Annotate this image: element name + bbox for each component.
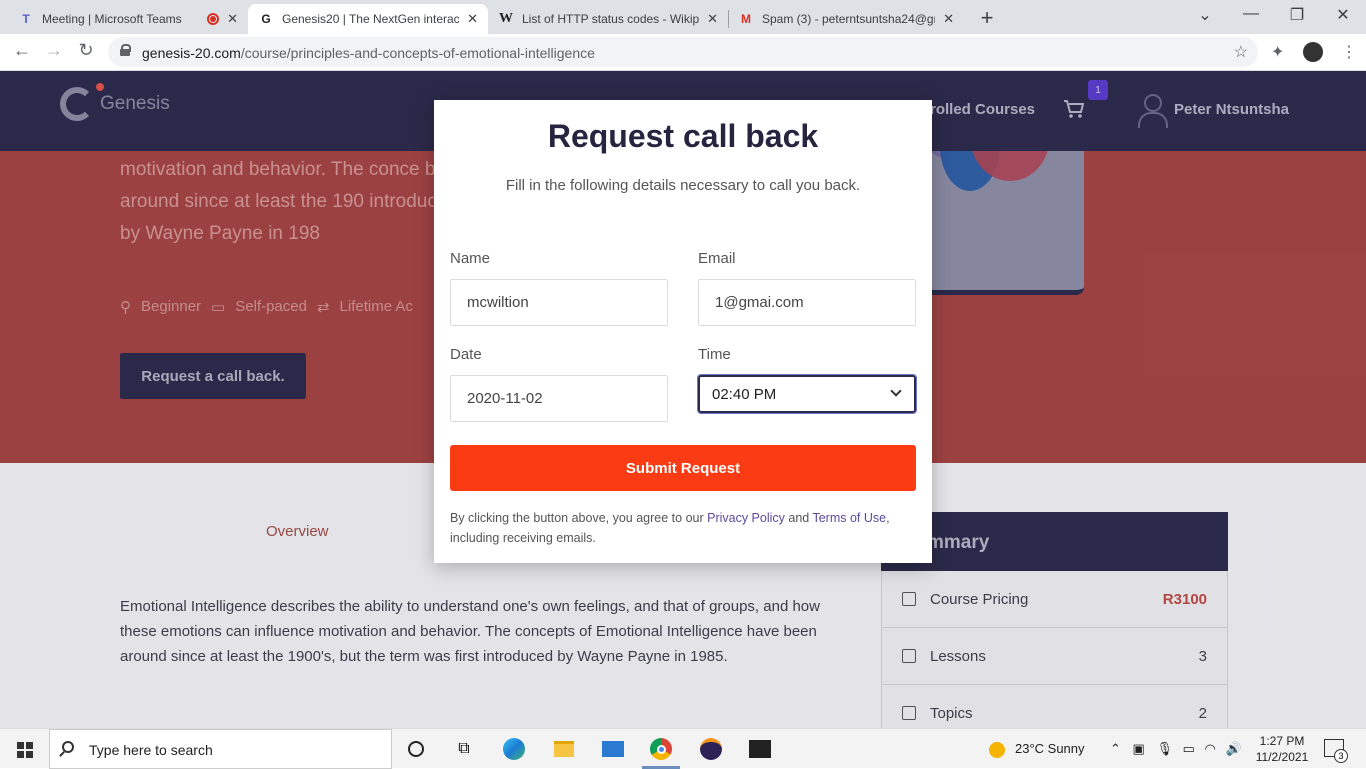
teams-icon: T	[22, 12, 30, 26]
microphone-icon[interactable]: 🎙	[1156, 741, 1173, 756]
minimize-icon[interactable]: —	[1241, 5, 1261, 23]
tab-search-icon[interactable]: ⌄	[1195, 5, 1215, 25]
name-field[interactable]: mcwiltion	[450, 279, 668, 326]
photos-icon[interactable]	[748, 737, 772, 761]
hero-description: motivation and behavior. The conce been …	[120, 159, 468, 244]
terms-notice: By clicking the button above, you agree …	[450, 511, 890, 545]
forward-icon[interactable]: →	[42, 40, 66, 61]
modal-title: Request call back	[547, 118, 819, 154]
modal-subtitle: Fill in the following details necessary …	[505, 177, 861, 194]
browser-toolbar: ← → ↻ genesis-20.com/course/principles-a…	[0, 34, 1366, 71]
task-view-icon[interactable]: ⧉	[452, 737, 476, 761]
course-meta: ⚲ Beginner ▭ Self-paced ⇄ Lifetime Ac	[120, 298, 413, 316]
user-icon: ⚲	[120, 299, 131, 316]
summary-title: mmary	[881, 512, 1228, 571]
course-summary: mmary Course Pricing R3100 Lessons 3 Top…	[881, 512, 1228, 728]
course-description: Emotional Intelligence describes the abi…	[120, 598, 820, 665]
reload-icon[interactable]: ↻	[74, 40, 98, 61]
pricing-icon	[902, 592, 916, 606]
menu-icon[interactable]: ⋮	[1341, 42, 1357, 62]
close-tab-icon[interactable]: ✕	[467, 11, 478, 27]
time-label: Time	[698, 346, 731, 363]
search-icon	[62, 741, 74, 753]
tab-teams[interactable]: T Meeting | Microsoft Teams ✕	[8, 4, 248, 34]
summary-row-lessons: Lessons 3	[881, 628, 1228, 685]
date-label: Date	[450, 346, 482, 363]
file-explorer-icon[interactable]	[552, 737, 576, 761]
tab-wikipedia[interactable]: W List of HTTP status codes - Wikip ✕	[488, 4, 728, 34]
browser-tabbar: T Meeting | Microsoft Teams ✕ G Genesis2…	[0, 0, 1366, 34]
name-label: Name	[450, 250, 491, 267]
battery-icon[interactable]: ▭	[1183, 741, 1195, 756]
repeat-icon: ⇄	[316, 299, 330, 316]
email-field[interactable]: 1@gmai.com	[698, 279, 916, 326]
level-label: Beginner	[141, 298, 202, 315]
windows-taskbar: Type here to search ⧉ 23°C Sunny ⌃ ▣ 🎙 ▭…	[0, 728, 1366, 769]
open-book-icon	[902, 706, 916, 720]
close-tab-icon[interactable]: ✕	[227, 11, 238, 27]
genesis-logo-mark	[60, 83, 104, 121]
taskbar-search[interactable]: Type here to search	[49, 729, 392, 769]
pace-label: Self-paced	[235, 298, 307, 315]
recording-icon	[207, 13, 220, 25]
sun-icon	[989, 741, 1005, 758]
monitor-icon: ▭	[211, 299, 226, 316]
gmail-icon: M	[741, 12, 751, 26]
time-select[interactable]: 02:40 PM	[697, 374, 917, 414]
tab-overview[interactable]: Overview	[266, 523, 329, 540]
weather-widget[interactable]: 23°C Sunny	[989, 741, 1085, 758]
user-avatar-icon[interactable]	[1138, 94, 1168, 128]
cart-icon[interactable]	[1063, 99, 1085, 119]
back-icon[interactable]: ←	[10, 40, 34, 61]
summary-row-pricing: Course Pricing R3100	[881, 571, 1228, 628]
lock-icon	[120, 44, 131, 56]
extensions-icon[interactable]: ✦	[1271, 42, 1284, 62]
show-hidden-icons[interactable]: ⌃	[1110, 741, 1121, 756]
date-field[interactable]: 2020-11-02	[450, 375, 668, 422]
course-thumbnail	[930, 151, 1084, 295]
book-icon	[902, 649, 916, 663]
chevron-down-icon	[890, 385, 902, 397]
access-label: Lifetime Ac	[339, 298, 413, 315]
url-text: genesis-20.com/course/principles-and-con…	[142, 45, 595, 61]
bookmark-star-icon[interactable]: ☆	[1234, 42, 1248, 62]
terms-of-use-link[interactable]: Terms of Use	[812, 511, 886, 525]
mail-icon[interactable]	[601, 737, 625, 761]
close-tab-icon[interactable]: ✕	[943, 11, 954, 27]
summary-row-topics: Topics 2	[881, 685, 1228, 728]
genesis-icon: G	[261, 12, 271, 26]
cart-count-badge: 1	[1088, 80, 1108, 100]
privacy-policy-link[interactable]: Privacy Policy	[707, 511, 785, 525]
address-bar[interactable]: genesis-20.com/course/principles-and-con…	[108, 37, 1258, 67]
new-tab-icon[interactable]: +	[976, 5, 998, 31]
email-label: Email	[698, 250, 736, 267]
nav-enrolled-courses[interactable]: rolled Courses	[930, 101, 1035, 118]
chrome-icon[interactable]	[649, 737, 673, 761]
restore-icon[interactable]: ❐	[1287, 5, 1307, 25]
profile-avatar[interactable]	[1303, 42, 1323, 62]
request-call-back-button[interactable]: Request a call back.	[120, 353, 306, 399]
tab-genesis[interactable]: G Genesis20 | The NextGen interact ✕	[248, 4, 488, 34]
volume-icon[interactable]: 🔊	[1225, 741, 1241, 756]
user-name[interactable]: Peter Ntsuntsha	[1174, 101, 1289, 118]
wikipedia-icon: W	[499, 11, 513, 26]
tray-icons[interactable]: ⌃ ▣ 🎙 ▭ ◠ 🔊	[1110, 741, 1242, 757]
close-tab-icon[interactable]: ✕	[707, 11, 718, 27]
close-window-icon[interactable]: ✕	[1333, 5, 1353, 25]
wifi-icon[interactable]: ◠	[1205, 741, 1216, 756]
cortana-icon[interactable]	[404, 737, 428, 761]
system-clock[interactable]: 1:27 PM 11/2/2021	[1254, 733, 1310, 765]
notification-count-badge: 3	[1334, 749, 1348, 763]
tab-gmail[interactable]: M Spam (3) - peterntsuntsha24@gm ✕	[728, 4, 964, 34]
web-page: Genesis rolled Courses 1 Peter Ntsuntsha…	[0, 71, 1366, 728]
genesis-logo[interactable]: Genesis	[60, 83, 170, 121]
windows-start-icon[interactable]	[17, 742, 33, 758]
submit-request-button[interactable]: Submit Request	[450, 445, 916, 491]
request-callback-modal: Request call back Fill in the following …	[434, 100, 932, 563]
edge-icon[interactable]	[502, 737, 526, 761]
meet-now-icon[interactable]: ▣	[1133, 741, 1145, 756]
eclipse-icon[interactable]	[699, 737, 723, 761]
